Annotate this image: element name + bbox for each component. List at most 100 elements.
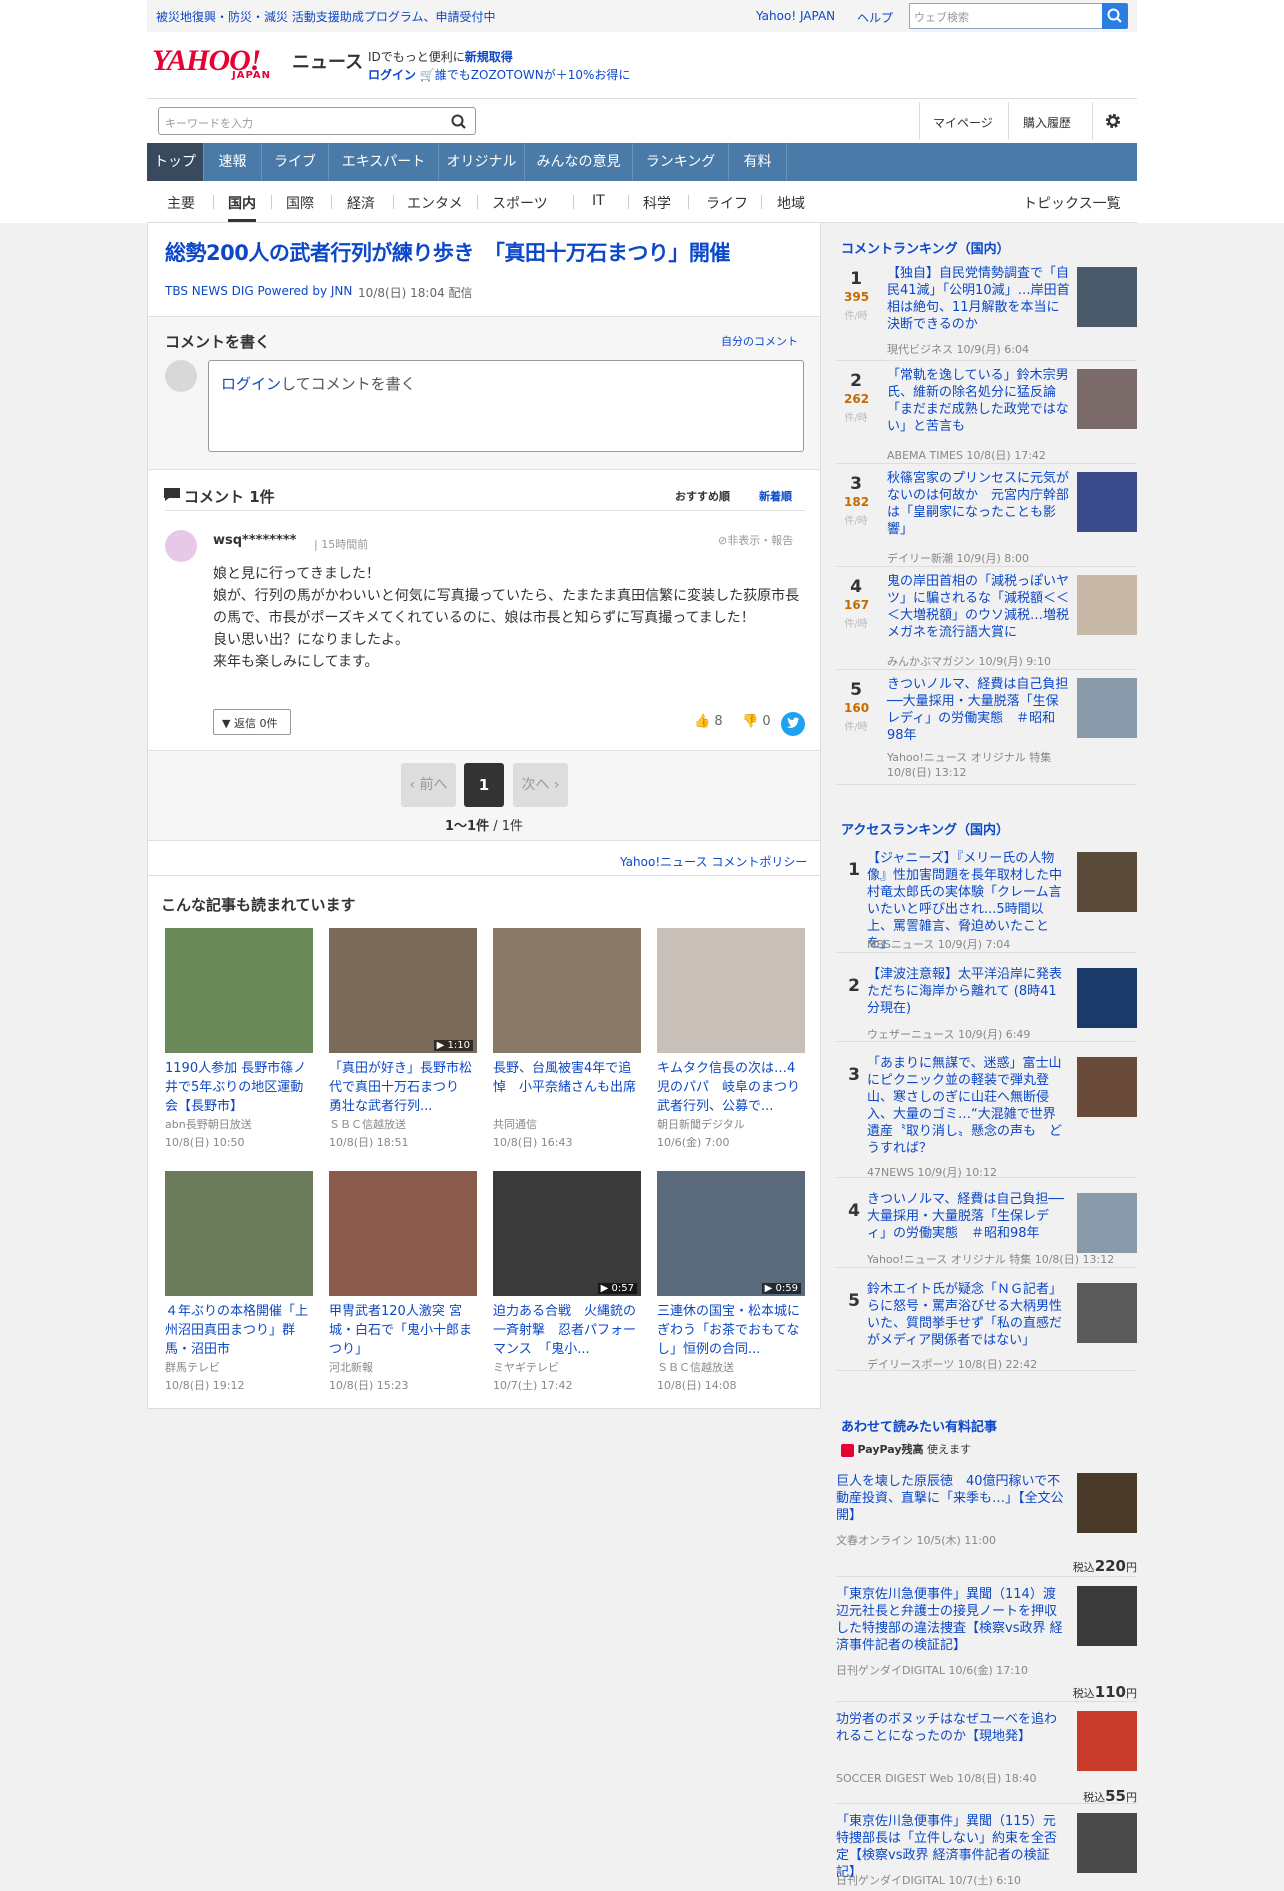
article-thumbnail[interactable]: ▶ 0:57: [493, 1171, 641, 1296]
signup-link[interactable]: 新規取得: [465, 50, 513, 64]
ranking-item[interactable]: 1 395 件/時 【独自】自民党情勢調査で「自民41減」「公明10減」…岸田首相は絶…: [836, 265, 1137, 361]
ranking-title[interactable]: 【独自】自民党情勢調査で「自民41減」「公明10減」…岸田首相は絶句、11月解散…: [887, 265, 1070, 333]
settings-button[interactable]: [1104, 112, 1122, 130]
global-nav-item[interactable]: エキスパート: [329, 143, 439, 181]
article-card-title[interactable]: ４年ぶりの本格開催「上州沼田真田まつり」群馬・沼田市: [165, 1302, 313, 1359]
category-tab[interactable]: 経済: [347, 193, 375, 213]
global-nav-item[interactable]: ライブ: [262, 143, 329, 181]
hide-report-link[interactable]: ⊘非表示・報告: [718, 532, 793, 548]
paid-article-title[interactable]: 巨人を壊した原辰徳 40億円稼いで不動産投資、直撃に「来季も…」【全文公開】: [836, 1473, 1066, 1524]
zozo-link[interactable]: 誰でもZOZOTOWNが＋10%お得に: [435, 68, 631, 82]
article-card-title[interactable]: 「真田が好き」長野市松代で真田十万石まつり 勇壮な武者行列...: [329, 1059, 477, 1116]
my-comments-link[interactable]: 自分のコメント: [721, 333, 798, 349]
article-thumbnail[interactable]: [165, 1171, 313, 1296]
article-card-title[interactable]: 甲冑武者120人激突 宮城・白石で「鬼小十郎まつり」: [329, 1302, 477, 1359]
ranking-title[interactable]: きついノルマ、経費は自己負担──大量採用・大量脱落「生保レディ」の労働実態 ＃昭…: [887, 676, 1070, 744]
ranking-thumbnail[interactable]: [1077, 1193, 1137, 1253]
article-card[interactable]: ４年ぶりの本格開催「上州沼田真田まつり」群馬・沼田市 群馬テレビ 10/8(日) 1…: [165, 1171, 313, 1395]
ranking-item[interactable]: 3 「あまりに無謀で、迷惑」富士山にピクニック並の軽装で弾丸登山、寒さしのぎに山荘…: [836, 1055, 1137, 1179]
category-tab[interactable]: 国内: [228, 193, 256, 222]
pager-next-button[interactable]: 次へ ›: [513, 763, 568, 807]
ranking-item[interactable]: 5 160 件/時 きついノルマ、経費は自己負担──大量採用・大量脱落「生保レディ」の…: [836, 676, 1137, 785]
comment-policy-link[interactable]: Yahoo!ニュース コメントポリシー: [620, 853, 807, 870]
article-card[interactable]: 長野、台風被害4年で追悼 小平奈緒さんも出席 共同通信 10/8(日) 16:43: [493, 928, 641, 1152]
category-tab[interactable]: 科学: [643, 193, 671, 213]
article-card[interactable]: ▶ 0:59 三連休の国宝・松本城にぎわう「お茶でおもてなし」恒例の合同... ＳＢ…: [657, 1171, 805, 1395]
pager-prev-button[interactable]: ‹ 前へ: [401, 763, 456, 807]
paid-article-item[interactable]: 功労者のボヌッチはなぜユーベを追われることになったのか【現地発】 SOCCER D…: [836, 1711, 1137, 1805]
ranking-thumbnail[interactable]: [1077, 472, 1137, 532]
global-nav-item[interactable]: みんなの意見: [525, 143, 633, 181]
category-tab[interactable]: 地域: [777, 193, 805, 213]
paid-article-title[interactable]: 「東京佐川急便事件」異聞（114）渡辺元社長と弁護士の接見ノートを押収した特捜部…: [836, 1586, 1066, 1654]
paid-article-thumbnail[interactable]: [1077, 1711, 1137, 1771]
ranking-item[interactable]: 4 167 件/時 鬼の岸田首相の「減税っぽいヤツ」に騙されるな「減税額＜＜＜大増税額…: [836, 573, 1137, 670]
ranking-thumbnail[interactable]: [1077, 852, 1137, 912]
global-nav-item[interactable]: 有料: [729, 143, 787, 181]
article-card[interactable]: ▶ 1:10 「真田が好き」長野市松代で真田十万石まつり 勇壮な武者行列... ＳＢ…: [329, 928, 477, 1152]
reply-toggle-button[interactable]: ▼ 返信 0件: [213, 709, 291, 735]
ranking-item[interactable]: 4 きついノルマ、経費は自己負担──大量採用・大量脱落「生保レディ」の労働実態 ＃…: [836, 1191, 1137, 1268]
article-card-title[interactable]: 三連休の国宝・松本城にぎわう「お茶でおもてなし」恒例の合同...: [657, 1302, 805, 1359]
ranking-thumbnail[interactable]: [1077, 678, 1137, 738]
purchase-history-link[interactable]: 購入履歴: [1023, 114, 1071, 131]
yahoo-japan-link[interactable]: Yahoo! JAPAN: [756, 9, 835, 23]
mypage-link[interactable]: マイページ: [933, 114, 993, 131]
article-thumbnail[interactable]: ▶ 0:59: [657, 1171, 805, 1296]
category-tab[interactable]: スポーツ: [492, 193, 548, 213]
keyword-search-input[interactable]: キーワードを入力: [158, 107, 476, 135]
access-ranking-heading[interactable]: アクセスランキング（国内）: [841, 819, 1009, 838]
sort-new-tab[interactable]: 新着順: [759, 488, 792, 504]
article-thumbnail[interactable]: [165, 928, 313, 1053]
ranking-thumbnail[interactable]: [1077, 369, 1137, 429]
comment-ranking-heading[interactable]: コメントランキング（国内）: [841, 238, 1010, 257]
ranking-item[interactable]: 2 262 件/時 「常軌を逸している」鈴木宗男氏、維新の除名処分に猛反論「まだまだ成…: [836, 367, 1137, 464]
article-card[interactable]: 1190人参加 長野市篠ノ井で5年ぶりの地区運動会【長野市】 abn長野朝日放送 1…: [165, 928, 313, 1152]
paid-article-thumbnail[interactable]: [1077, 1473, 1137, 1533]
global-nav-item[interactable]: トップ: [147, 143, 204, 181]
news-logo-text[interactable]: ニュース: [292, 48, 363, 74]
global-nav-item[interactable]: ランキング: [633, 143, 729, 181]
keyword-search-button[interactable]: [449, 112, 469, 132]
ranking-thumbnail[interactable]: [1077, 1283, 1137, 1343]
ranking-thumbnail[interactable]: [1077, 267, 1137, 327]
ranking-item[interactable]: 5 鈴木エイト氏が疑念「ＮＧ記者」らに怒号・罵声浴びせる大柄男性いた、質問挙手せず…: [836, 1281, 1137, 1371]
twitter-share-button[interactable]: [781, 712, 805, 736]
category-tab[interactable]: ライフ: [706, 193, 748, 213]
article-source-link[interactable]: TBS NEWS DIG Powered by JNN: [165, 284, 352, 298]
ranking-thumbnail[interactable]: [1077, 575, 1137, 635]
paid-article-item[interactable]: 「東京佐川急便事件」異聞（114）渡辺元社長と弁護士の接見ノートを押収した特捜部…: [836, 1586, 1137, 1702]
paid-article-item[interactable]: 巨人を壊した原辰徳 40億円稼いで不動産投資、直撃に「来季も…」【全文公開】 文春…: [836, 1473, 1137, 1577]
ranking-title[interactable]: 「あまりに無謀で、迷惑」富士山にピクニック並の軽装で弾丸登山、寒さしのぎに山荘へ…: [867, 1055, 1067, 1157]
paid-article-title[interactable]: 功労者のボヌッチはなぜユーベを追われることになったのか【現地発】: [836, 1711, 1066, 1745]
pager-current-page[interactable]: 1: [464, 763, 504, 807]
ranking-title[interactable]: 鬼の岸田首相の「減税っぽいヤツ」に騙されるな「減税額＜＜＜大増税額」のウソ減税……: [887, 573, 1070, 641]
global-nav-item[interactable]: オリジナル: [439, 143, 525, 181]
comment-login-link[interactable]: ログイン: [221, 375, 281, 393]
category-tab[interactable]: IT: [592, 193, 605, 209]
article-card-title[interactable]: 迫力ある合戦 火縄銃の一斉射撃 忍者パフォーマンス 「鬼小...: [493, 1302, 641, 1359]
category-tab[interactable]: 国際: [286, 193, 314, 213]
ranking-item[interactable]: 1 【ジャニーズ】『メリー氏の人物像』性加害問題を長年取材した中村竜太郎氏の実体験…: [836, 850, 1137, 953]
topics-list-link[interactable]: トピックス一覧: [1023, 193, 1121, 213]
ranking-item[interactable]: 3 182 件/時 秋篠宮家のプリンセスに元気がないのは何故か 元宮内庁幹部は「皇嗣家…: [836, 470, 1137, 567]
paid-article-item[interactable]: 「東京佐川急便事件」異聞（115）元特捜部長は「立件しない」約束を全否定【検察v…: [836, 1813, 1137, 1887]
article-card[interactable]: ▶ 0:57 迫力ある合戦 火縄銃の一斉射撃 忍者パフォーマンス 「鬼小... ミヤ…: [493, 1171, 641, 1395]
article-card-title[interactable]: 長野、台風被害4年で追悼 小平奈緒さんも出席: [493, 1059, 641, 1116]
paid-article-thumbnail[interactable]: [1077, 1813, 1137, 1873]
ranking-title[interactable]: きついノルマ、経費は自己負担──大量採用・大量脱落「生保レディ」の労働実態 ＃昭…: [867, 1191, 1067, 1242]
category-tab[interactable]: 主要: [167, 193, 195, 213]
ranking-title[interactable]: 秋篠宮家のプリンセスに元気がないのは何故か 元宮内庁幹部は「皇嗣家になったことも…: [887, 470, 1070, 538]
comment-username[interactable]: wsq********: [213, 533, 296, 548]
ranking-thumbnail[interactable]: [1077, 968, 1137, 1028]
like-button[interactable]: 👍 8: [694, 714, 723, 729]
article-thumbnail[interactable]: [329, 1171, 477, 1296]
article-card-title[interactable]: キムタク信長の次は…4児のパパ 岐阜のまつり武者行列、公募で...: [657, 1059, 805, 1116]
category-tab[interactable]: エンタメ: [407, 193, 463, 213]
article-thumbnail[interactable]: [657, 928, 805, 1053]
paid-article-thumbnail[interactable]: [1077, 1586, 1137, 1646]
article-card[interactable]: 甲冑武者120人激突 宮城・白石で「鬼小十郎まつり」 河北新報 10/8(日) 15…: [329, 1171, 477, 1395]
yahoo-japan-logo[interactable]: YAHOO! JAPAN: [152, 46, 288, 82]
sort-recommended-tab[interactable]: おすすめ順: [675, 488, 730, 504]
article-thumbnail[interactable]: [493, 928, 641, 1053]
